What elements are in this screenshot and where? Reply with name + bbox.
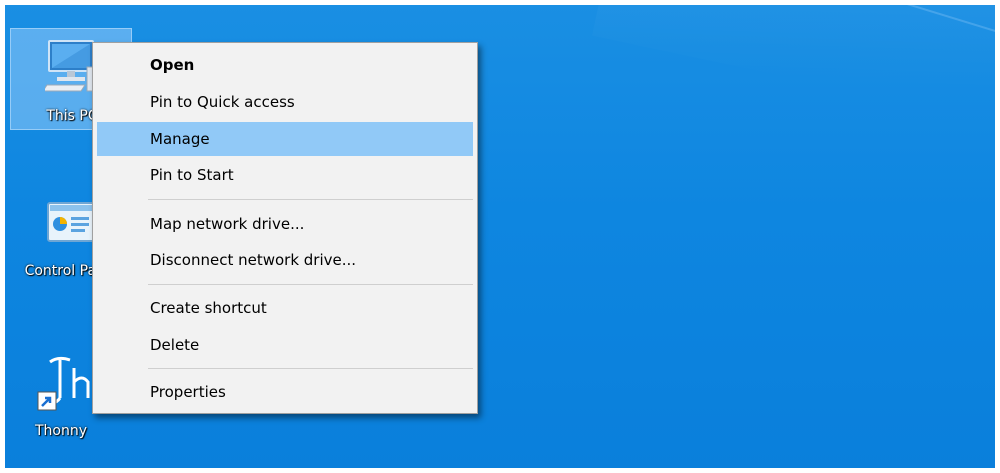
menu-item-create-shortcut[interactable]: Create shortcut xyxy=(97,291,473,325)
desktop-icon-label: Thonny xyxy=(34,423,88,439)
menu-item-delete[interactable]: Delete xyxy=(97,328,473,362)
menu-separator xyxy=(148,368,473,369)
thonny-icon xyxy=(36,352,96,420)
desktop[interactable]: This PC Control Panel Thonny Open Pin to… xyxy=(0,0,1000,473)
menu-separator xyxy=(148,199,473,200)
control-panel-icon xyxy=(44,197,98,255)
menu-item-open[interactable]: Open xyxy=(97,48,473,82)
this-pc-icon xyxy=(42,37,99,101)
context-menu: Open Pin to Quick access Manage Pin to S… xyxy=(92,42,478,414)
wallpaper-light-ray xyxy=(592,0,1000,182)
menu-item-pin-to-quick-access[interactable]: Pin to Quick access xyxy=(97,85,473,119)
menu-item-pin-to-start[interactable]: Pin to Start xyxy=(97,158,473,192)
menu-item-map-network-drive[interactable]: Map network drive... xyxy=(97,207,473,241)
menu-separator xyxy=(148,284,473,285)
menu-item-disconnect-network-drive[interactable]: Disconnect network drive... xyxy=(97,243,473,277)
menu-item-manage[interactable]: Manage xyxy=(97,122,473,156)
menu-item-properties[interactable]: Properties xyxy=(97,375,473,409)
